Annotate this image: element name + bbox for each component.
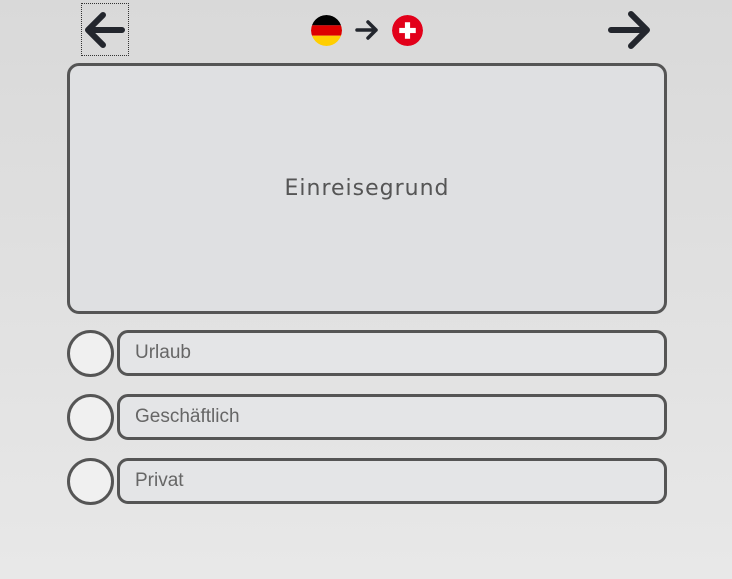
option-urlaub[interactable]: Urlaub (67, 330, 667, 377)
option-label: Geschäftlich (135, 406, 240, 427)
radio-button[interactable] (67, 394, 114, 441)
arrow-left-icon (85, 11, 125, 48)
option-privat[interactable]: Privat (67, 458, 667, 505)
forward-button[interactable] (603, 4, 655, 55)
option-label: Urlaub (135, 342, 191, 363)
arrow-right-icon (608, 10, 650, 49)
radio-button[interactable] (67, 330, 114, 377)
option-box[interactable]: Geschäftlich (117, 394, 667, 440)
radio-button[interactable] (67, 458, 114, 505)
germany-flag-icon (311, 14, 342, 46)
route-indicator (311, 14, 423, 46)
route-arrow-icon (355, 20, 378, 40)
top-navigation-bar (0, 0, 732, 60)
back-button[interactable] (81, 3, 129, 56)
switzerland-flag-icon (392, 14, 423, 46)
option-box[interactable]: Privat (117, 458, 667, 504)
option-geschaeftlich[interactable]: Geschäftlich (67, 394, 667, 441)
option-box[interactable]: Urlaub (117, 330, 667, 376)
question-title: Einreisegrund (284, 176, 450, 201)
question-card: Einreisegrund (67, 63, 667, 314)
option-label: Privat (135, 470, 184, 491)
